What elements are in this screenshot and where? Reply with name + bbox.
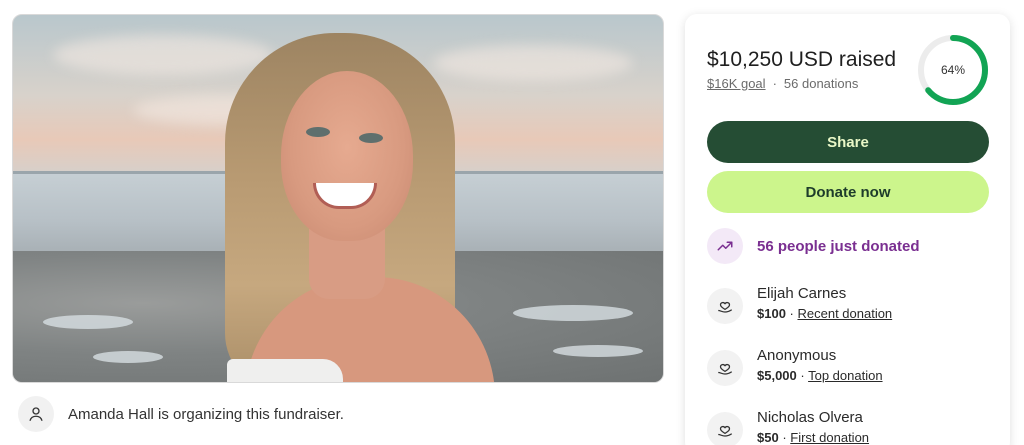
- cloud: [433, 45, 633, 81]
- heart-hand-icon: [707, 412, 743, 445]
- donation-amount: $5,000: [757, 368, 797, 383]
- separator-dot: ·: [796, 368, 809, 383]
- donor-item: Elijah Carnes $100 · Recent donation: [707, 284, 892, 324]
- donations-count: 56 donations: [783, 76, 859, 91]
- person-eye: [359, 133, 383, 143]
- organizer-text: Amanda Hall is organizing this fundraise…: [68, 405, 344, 423]
- donor-details: $5,000 · Top donation: [757, 367, 883, 385]
- goal-summary: $16K goal · 56 donations: [707, 76, 858, 91]
- separator-dot: ·: [785, 306, 798, 321]
- person-eye: [306, 127, 330, 137]
- donor-item: Anonymous $5,000 · Top donation: [707, 346, 883, 386]
- puddle: [553, 345, 643, 357]
- donate-now-button[interactable]: Donate now: [707, 171, 989, 213]
- separator-dot: ·: [778, 430, 791, 445]
- person-icon: [18, 396, 54, 432]
- donor-details: $100 · Recent donation: [757, 305, 892, 323]
- donor-details: $50 · First donation: [757, 429, 869, 445]
- recent-donors-text: 56 people just donated: [757, 237, 920, 255]
- donation-card: $10,250 USD raised $16K goal · 56 donation…: [685, 14, 1010, 445]
- trending-up-icon: [707, 228, 743, 264]
- donation-amount: $100: [757, 306, 786, 321]
- donation-type-link[interactable]: Recent donation: [797, 306, 892, 321]
- puddle: [93, 351, 163, 363]
- recent-activity: 56 people just donated: [707, 228, 920, 264]
- progress-percent: 64%: [940, 63, 966, 77]
- organizer-row: Amanda Hall is organizing this fundraise…: [18, 396, 344, 432]
- puddle: [513, 305, 633, 321]
- puddle: [43, 315, 133, 329]
- donor-name: Elijah Carnes: [757, 285, 847, 302]
- person-face: [281, 71, 413, 241]
- donor-item: Nicholas Olvera $50 · First donation: [707, 408, 869, 445]
- person-top: [227, 359, 343, 382]
- heart-hand-icon: [707, 288, 743, 324]
- cloud: [53, 35, 273, 75]
- donation-type-link[interactable]: Top donation: [808, 368, 882, 383]
- goal-link[interactable]: $16K goal: [707, 76, 766, 91]
- heart-hand-icon: [707, 350, 743, 386]
- donor-name: Anonymous: [757, 347, 837, 364]
- donation-type-link[interactable]: First donation: [790, 430, 869, 445]
- fundraiser-cover-photo: [12, 14, 664, 383]
- amount-raised: $10,250 USD raised: [707, 48, 897, 71]
- separator-dot: ·: [772, 76, 777, 91]
- share-button[interactable]: Share: [707, 121, 989, 163]
- donation-amount: $50: [757, 430, 779, 445]
- donor-name: Nicholas Olvera: [757, 409, 863, 426]
